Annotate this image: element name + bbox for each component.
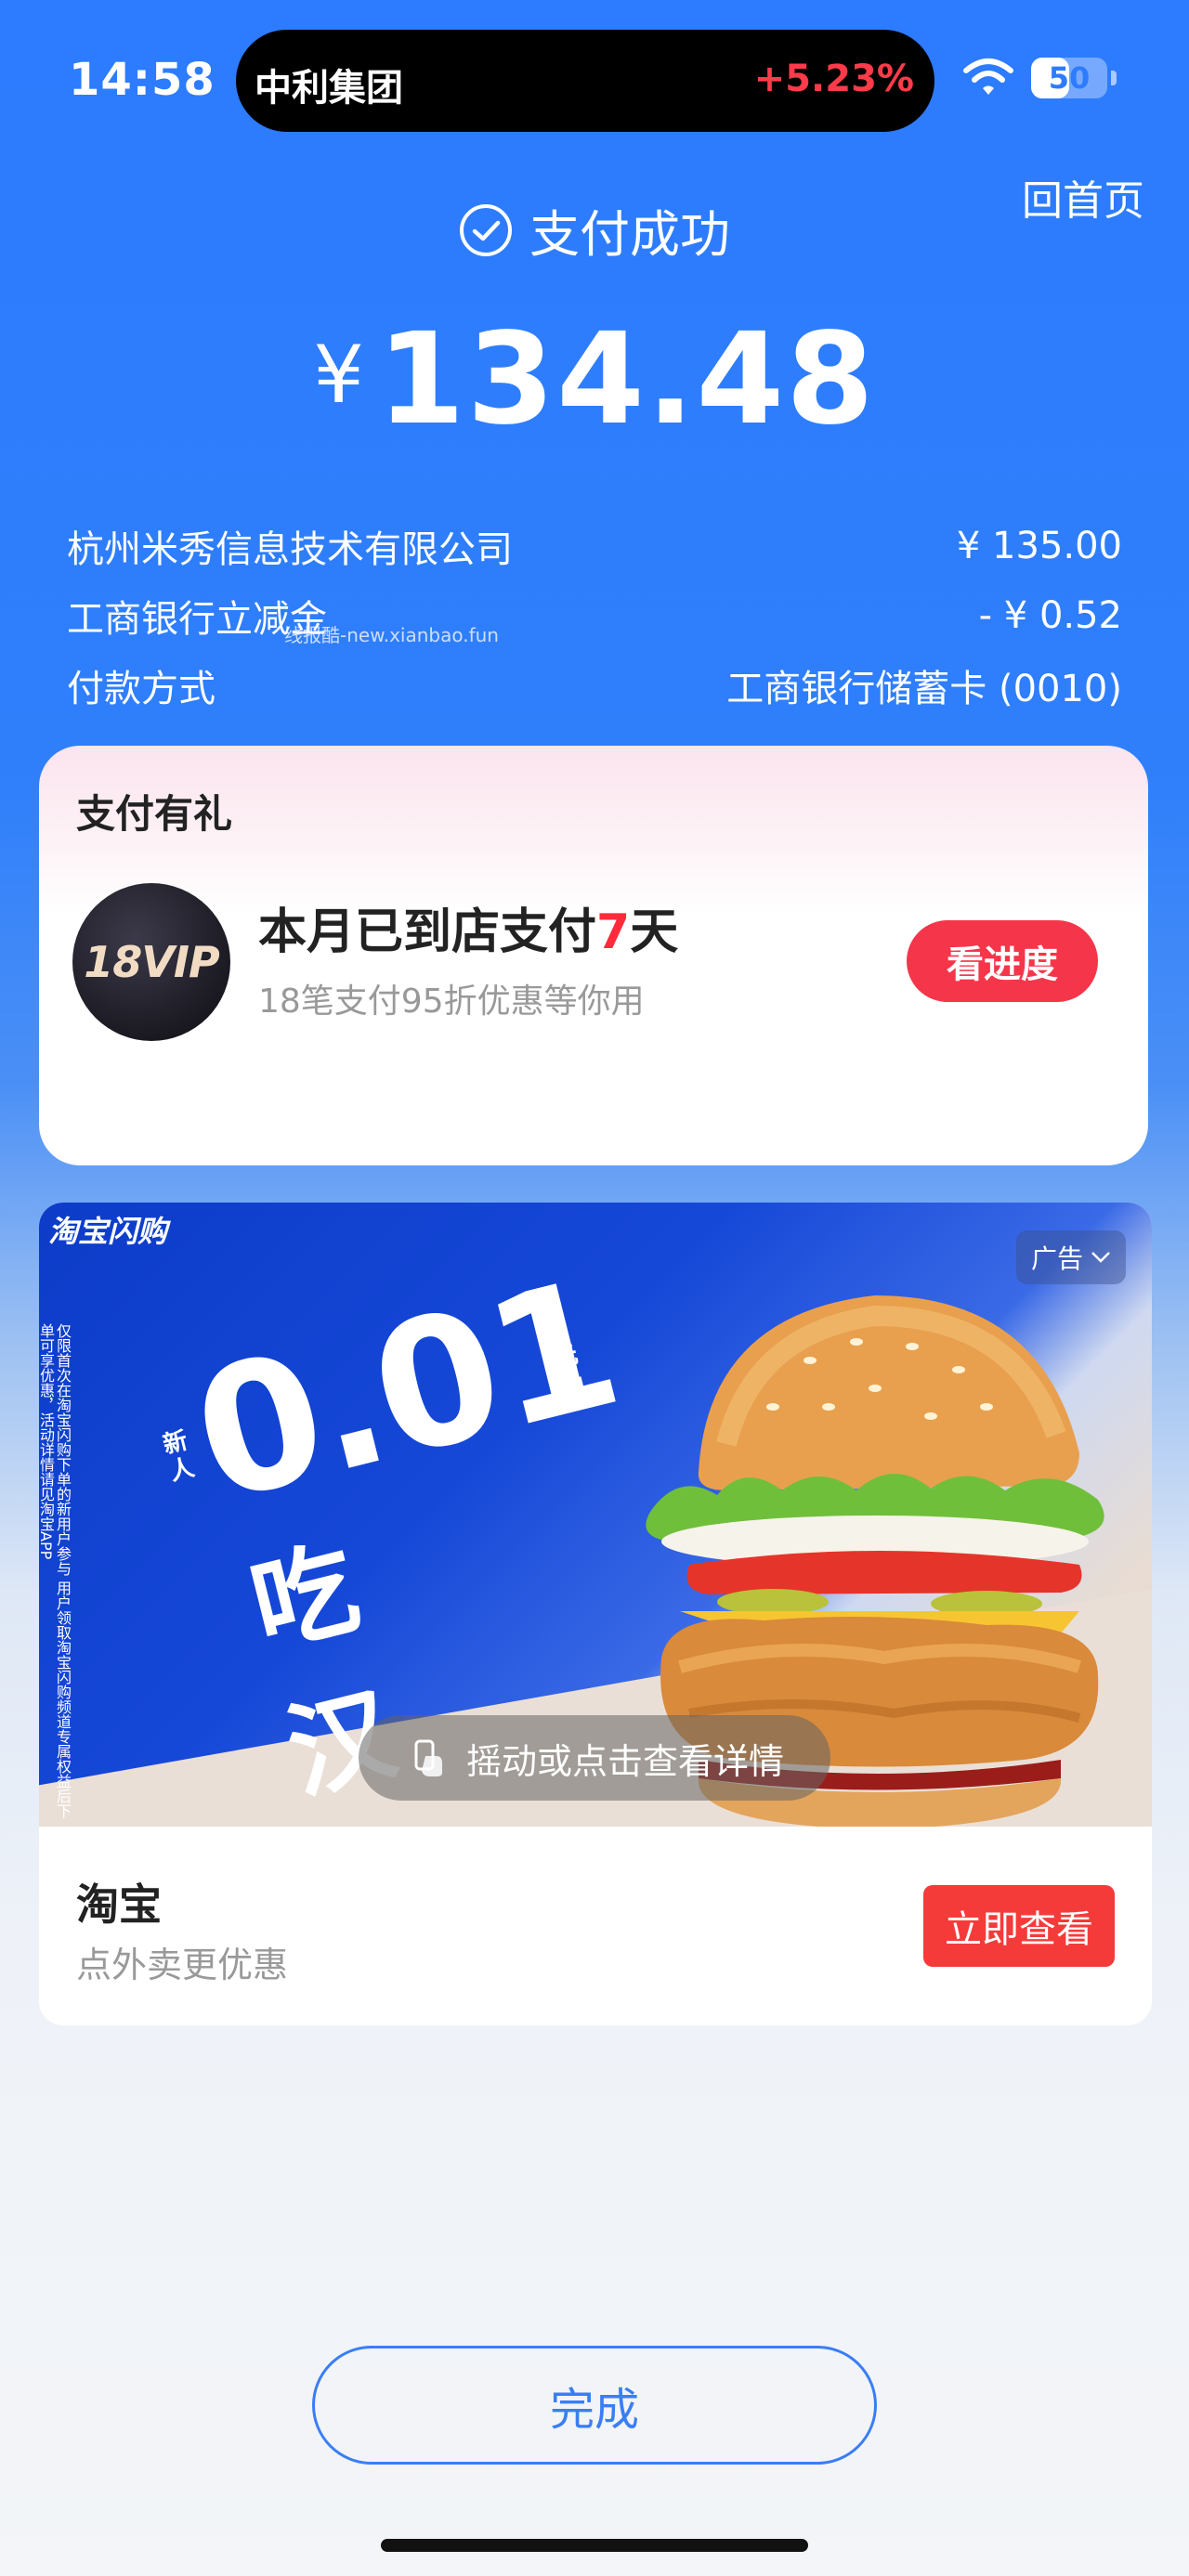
payment-gift-card: 支付有礼 18VIP 本月已到店支付7天 18笔支付95折优惠等你用 看进度 — [39, 746, 1148, 1165]
payment-details: 杭州米秀信息技术有限公司 ¥ 135.00 工商银行立减金 - ¥ 0.52 付… — [67, 511, 1122, 720]
stock-change: +5.23% — [753, 58, 914, 100]
ad-banner[interactable]: 淘宝闪购 广告 仅限首次在淘宝闪购下单的新用户参与 用户领取淘宝闪购频道专属权益… — [39, 1203, 1152, 1827]
gift-headline-suffix: 天 — [630, 904, 679, 960]
watermark: 线报酷-new.xianbao.fun — [284, 624, 499, 646]
currency-symbol: ¥ — [313, 329, 364, 422]
wifi-icon — [963, 59, 1013, 95]
gift-headline: 本月已到店支付7天 — [258, 892, 678, 962]
battery-level: 50 — [1048, 60, 1091, 96]
detail-value: ¥ 135.00 — [956, 524, 1122, 567]
check-circle-icon — [460, 203, 512, 256]
payment-status: 支付成功 — [0, 193, 1189, 267]
shake-hint-text: 摇动或点击查看详情 — [465, 1740, 784, 1782]
detail-row-discount: 工商银行立减金 - ¥ 0.52 — [67, 580, 1122, 650]
view-progress-button[interactable]: 看进度 — [907, 920, 1098, 1002]
amount-value: 134.48 — [376, 306, 876, 453]
ad-subtitle: 点外卖更优惠 — [76, 1945, 289, 1985]
status-time: 14:58 — [69, 54, 216, 106]
battery-tip — [1111, 71, 1117, 85]
detail-row-payment-method: 付款方式 工商银行储蓄卡 (0010) — [67, 650, 1122, 720]
ad-new-user-label: 新人 — [160, 1426, 198, 1487]
status-bar: 14:58 中利集团 +5.23% 50 — [0, 0, 1189, 149]
vip-badge: 18VIP — [72, 883, 230, 1041]
payment-status-text: 支付成功 — [529, 205, 730, 264]
ad-fine-print: 仅限首次在淘宝闪购下单的新用户参与 用户领取淘宝闪购频道专属权益后下单可享优惠，… — [39, 1323, 72, 1819]
done-button[interactable]: 完成 — [312, 2346, 877, 2465]
detail-label: 付款方式 — [67, 667, 216, 710]
battery-icon: 50 — [1031, 58, 1107, 98]
ad-title: 淘宝 — [76, 1880, 162, 1930]
detail-row-merchant: 杭州米秀信息技术有限公司 ¥ 135.00 — [67, 511, 1122, 580]
payment-amount: ¥134.48 — [0, 306, 1189, 453]
ad-card[interactable]: 淘宝闪购 广告 仅限首次在淘宝闪购下单的新用户参与 用户领取淘宝闪购频道专属权益… — [39, 1203, 1152, 2025]
gift-headline-prefix: 本月已到店支付 — [258, 904, 597, 960]
home-indicator[interactable] — [381, 2539, 808, 2552]
detail-value: - ¥ 0.52 — [978, 593, 1122, 637]
stock-name: 中利集团 — [255, 67, 403, 110]
shake-hint[interactable]: 摇动或点击查看详情 — [359, 1715, 830, 1801]
hand-shake-icon — [414, 1739, 442, 1776]
gift-card-title: 支付有礼 — [76, 791, 233, 837]
detail-label: 杭州米秀信息技术有限公司 — [67, 527, 513, 571]
gift-subtitle: 18笔支付95折优惠等你用 — [258, 982, 645, 1021]
view-now-button[interactable]: 立即查看 — [923, 1885, 1115, 1967]
detail-value: 工商银行储蓄卡 (0010) — [726, 667, 1122, 710]
dynamic-island-stock[interactable]: 中利集团 +5.23% — [236, 30, 934, 132]
gift-headline-days: 7 — [596, 904, 631, 960]
ad-brand-logo: 淘宝闪购 — [48, 1214, 168, 1249]
vip-badge-text: 18VIP — [84, 937, 219, 987]
